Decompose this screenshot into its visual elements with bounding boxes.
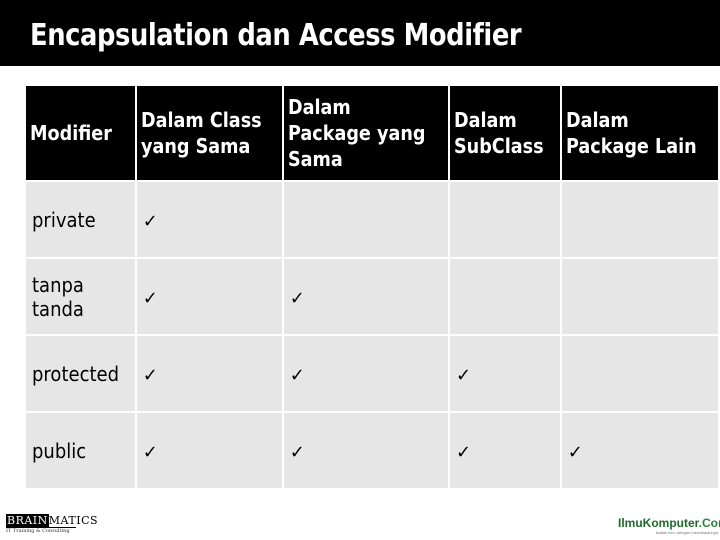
table-row: tanpa tanda ✓ ✓ <box>26 259 719 334</box>
checkmark-icon: ✓ <box>289 287 305 309</box>
logo-tagline: ikatlah ilmu dengan menuliskannya <box>655 530 718 535</box>
header-line: Dalam Class <box>140 108 262 132</box>
logo-name: IlmuKomputer <box>618 516 699 530</box>
checkmark-icon: ✓ <box>142 441 158 463</box>
access-cell: ✓ <box>283 259 448 334</box>
modifier-cell: tanpa tanda <box>26 259 135 334</box>
access-cell: ✓ <box>136 336 282 411</box>
slide-title: Encapsulation dan Access Modifier <box>30 18 522 53</box>
table-row: protected ✓ ✓ ✓ <box>26 336 719 411</box>
table-body: private ✓ tanpa tanda ✓ ✓ protected ✓ ✓ ✓ public ✓… <box>26 182 719 488</box>
ilmukomputer-logo: IlmuKomputer.Com ikatlah ilmu dengan men… <box>618 516 720 535</box>
column-header-label: Dalam SubClass <box>454 107 544 159</box>
access-cell <box>561 182 719 257</box>
modifier-name: private <box>32 207 96 232</box>
checkmark-icon: ✓ <box>456 441 472 463</box>
header-line: Modifier <box>30 121 112 145</box>
title-bar: Encapsulation dan Access Modifier <box>0 0 720 66</box>
logo-suffix: .Com <box>698 516 720 530</box>
checkmark-icon: ✓ <box>456 364 472 386</box>
header-line: yang Sama <box>140 134 251 158</box>
modifier-name: tanpa tanda <box>32 272 84 321</box>
header-row: Modifier Dalam Class yang Sama Dalam Package… <box>26 86 719 180</box>
access-cell <box>450 182 560 257</box>
column-header: Dalam SubClass <box>450 86 560 180</box>
access-cell: ✓ <box>561 413 719 488</box>
header-line: Package yang <box>287 121 426 145</box>
header-line: Dalam <box>454 108 517 132</box>
checkmark-icon: ✓ <box>142 287 158 309</box>
access-cell <box>450 259 560 334</box>
column-header: Dalam Package Lain <box>561 86 719 180</box>
logo-subtitle: IT Training & Consulting <box>6 528 70 534</box>
modifier-name: protected <box>32 361 120 386</box>
checkmark-icon: ✓ <box>567 441 583 463</box>
access-cell <box>561 336 719 411</box>
column-header: Dalam Class yang Sama <box>136 86 282 180</box>
checkmark-icon: ✓ <box>142 210 158 232</box>
logo-brand-rest: MATICS <box>48 514 99 527</box>
checkmark-icon: ✓ <box>289 364 305 386</box>
checkmark-icon: ✓ <box>289 441 305 463</box>
column-header-label: Modifier <box>30 120 112 146</box>
header-line: Package Lain <box>565 134 697 158</box>
column-header-label: Dalam Package Lain <box>566 107 697 159</box>
column-header: Modifier <box>26 86 135 180</box>
access-cell: ✓ <box>450 336 560 411</box>
checkmark-icon: ✓ <box>142 364 158 386</box>
modifier-name: public <box>32 438 87 463</box>
column-header-label: Dalam Class yang Sama <box>141 107 262 159</box>
header-line: Sama <box>287 147 343 171</box>
access-cell <box>561 259 719 334</box>
access-cell: ✓ <box>136 182 282 257</box>
modifier-cell: public <box>26 413 135 488</box>
brainmatics-logo: BRAINMATICS IT Training & Consulting <box>6 514 98 537</box>
access-cell: ✓ <box>283 413 448 488</box>
header-line: Dalam <box>287 95 351 119</box>
access-cell: ✓ <box>136 413 282 488</box>
table-row: public ✓ ✓ ✓ ✓ <box>26 413 719 488</box>
header-line: Dalam <box>565 108 629 132</box>
access-cell: ✓ <box>283 336 448 411</box>
modifier-cell: protected <box>26 336 135 411</box>
header-line: SubClass <box>454 134 544 158</box>
column-header-label: Dalam Package yang Sama <box>288 94 425 172</box>
table-row: private ✓ <box>26 182 719 257</box>
column-header: Dalam Package yang Sama <box>283 86 448 180</box>
modifier-cell: private <box>26 182 135 257</box>
access-cell: ✓ <box>136 259 282 334</box>
access-cell <box>283 182 448 257</box>
access-cell: ✓ <box>450 413 560 488</box>
logo-brand-highlight: BRAIN <box>6 514 49 527</box>
access-modifier-table: Modifier Dalam Class yang Sama Dalam Package… <box>24 84 720 490</box>
